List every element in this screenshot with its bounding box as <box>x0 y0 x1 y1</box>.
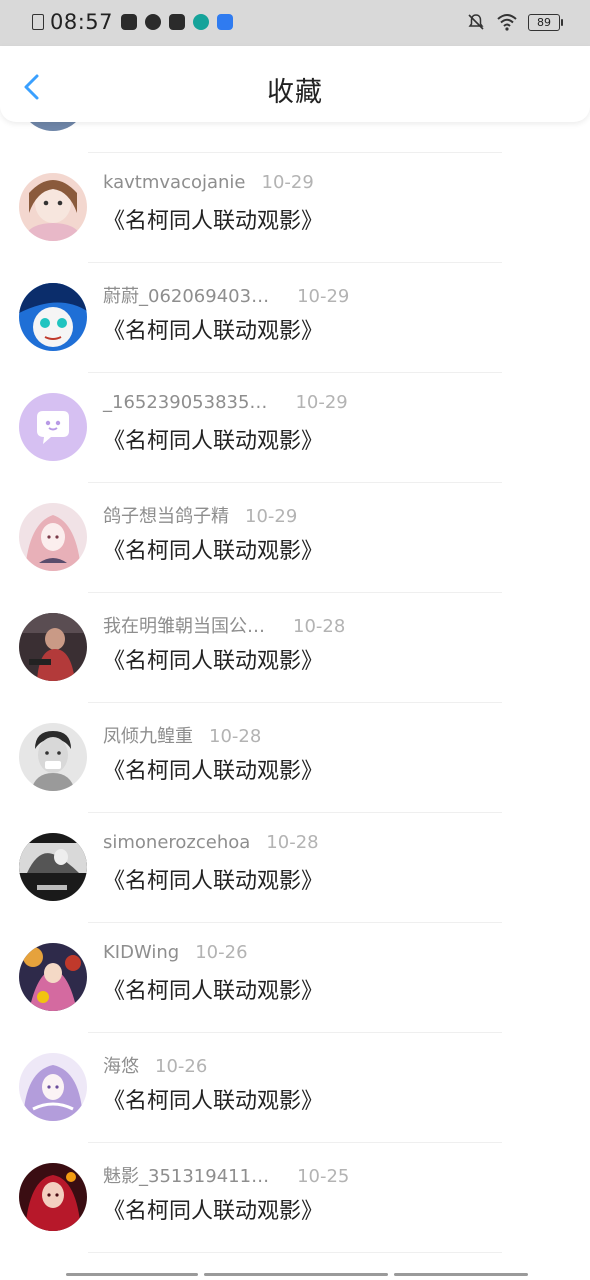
row-divider <box>88 1252 502 1253</box>
work-title[interactable]: 《名柯同人联动观影》 <box>103 973 323 1005</box>
username[interactable]: KIDWing <box>103 942 179 963</box>
item-meta: 鸽子想当鸽子精 10-29 <box>103 502 297 528</box>
work-title[interactable]: 《名柯同人联动观影》 <box>103 533 323 565</box>
username[interactable]: 凤倾九鳇重 <box>103 726 193 747</box>
navigation-app-icon <box>217 14 234 30</box>
item-meta: 我在明雏朝当国公… 10-28 <box>103 612 345 638</box>
work-title[interactable]: 《名柯同人联动观影》 <box>103 863 323 895</box>
default-chat-bubble-avatar-icon <box>19 393 87 461</box>
purple-anime-avatar-icon <box>19 1053 87 1121</box>
date: 10-29 <box>245 506 298 527</box>
username[interactable]: simonerozcehoa <box>103 832 250 853</box>
photo-avatar-icon <box>19 613 87 681</box>
username[interactable]: 魅影_351319411… <box>103 1166 269 1187</box>
app-notification-icon <box>121 14 138 30</box>
username[interactable]: 我在明雏朝当国公… <box>103 616 265 637</box>
red-anime-avatar-icon <box>19 1163 87 1231</box>
date: 10-28 <box>209 726 262 747</box>
work-title[interactable]: 《名柯同人联动观影》 <box>103 313 323 345</box>
list-item[interactable]: KIDWing 10-26 《名柯同人联动观影》 <box>0 923 590 1033</box>
item-meta: 魅影_351319411… 10-25 <box>103 1162 349 1188</box>
item-meta: 凤倾九鳇重 10-28 <box>103 722 261 748</box>
list-item[interactable]: 魅影_351319411… 10-25 《名柯同人联动观影》 <box>0 1143 590 1253</box>
list-item[interactable]: 海悠 10-26 《名柯同人联动观影》 <box>0 1033 590 1143</box>
date: 10-25 <box>297 1166 350 1187</box>
work-title[interactable]: 《名柯同人联动观影》 <box>103 203 323 235</box>
sim-icon <box>32 14 44 30</box>
work-title[interactable]: 《名柯同人联动观影》 <box>103 1193 323 1225</box>
list-item[interactable]: simonerozcehoa 10-28 《名柯同人联动观影》 <box>0 813 590 923</box>
indicator-segment <box>204 1273 388 1276</box>
username[interactable]: 海悠 <box>103 1056 139 1077</box>
item-meta: kavtmvacojanie 10-29 <box>103 172 314 193</box>
status-bar: 08:57 89 <box>0 0 590 46</box>
work-title[interactable]: 《名柯同人联动观影》 <box>103 643 323 675</box>
item-meta: _165239053835… 10-29 <box>103 392 348 413</box>
date: 10-28 <box>293 616 346 637</box>
username[interactable]: kavtmvacojanie <box>103 172 246 193</box>
list-item[interactable]: _165239053835… 10-29 《名柯同人联动观影》 <box>0 373 590 483</box>
bw-photo-avatar-icon <box>19 833 87 901</box>
indicator-segment <box>66 1273 198 1276</box>
list-item[interactable]: 鸽子想当鸽子精 10-29 《名柯同人联动观影》 <box>0 483 590 593</box>
item-meta: 蔚蔚_062069403… 10-29 <box>103 282 349 308</box>
username[interactable]: 鸽子想当鸽子精 <box>103 506 229 527</box>
date: 10-26 <box>195 942 248 963</box>
status-time: 08:57 <box>50 10 114 34</box>
item-meta: KIDWing 10-26 <box>103 942 248 963</box>
date: 10-29 <box>261 172 314 193</box>
list-item[interactable]: 蔚蔚_062069403… 10-29 《名柯同人联动观影》 <box>0 263 590 373</box>
page-title: 收藏 <box>267 77 323 108</box>
item-meta: simonerozcehoa 10-28 <box>103 832 319 853</box>
date: 10-29 <box>295 392 348 413</box>
battery-indicator: 89 <box>528 13 563 31</box>
anime-girl-avatar-icon <box>19 503 87 571</box>
work-title[interactable]: 《名柯同人联动观影》 <box>103 1083 323 1115</box>
username[interactable]: _165239053835… <box>103 392 267 413</box>
work-title[interactable]: 《名柯同人联动观影》 <box>103 423 323 455</box>
list-item[interactable]: 我在明雏朝当国公… 10-28 《名柯同人联动观影》 <box>0 593 590 703</box>
status-left: 08:57 <box>30 10 234 34</box>
girl-portrait-avatar-icon <box>19 173 87 241</box>
chat-app-icon <box>193 14 210 30</box>
status-right: 89 <box>466 12 563 32</box>
bottom-indicator-bars <box>66 1273 528 1276</box>
list-item[interactable]: 凤倾九鳇重 10-28 《名柯同人联动观影》 <box>0 703 590 813</box>
list-item[interactable]: kavtmvacojanie 10-29 《名柯同人联动观影》 <box>0 153 590 263</box>
date: 10-28 <box>266 832 319 853</box>
work-title[interactable]: 《名柯同人联动观影》 <box>103 753 323 785</box>
man-portrait-avatar-icon <box>19 723 87 791</box>
mute-bell-icon <box>468 14 484 30</box>
indicator-segment <box>394 1273 528 1276</box>
date: 10-29 <box>297 286 350 307</box>
username[interactable]: 蔚蔚_062069403… <box>103 286 269 307</box>
compass-icon <box>145 14 162 30</box>
wifi-icon <box>497 14 517 31</box>
item-meta: 海悠 10-26 <box>103 1052 207 1078</box>
play-icon <box>169 14 186 30</box>
anime-character-avatar-icon <box>19 283 87 351</box>
colorful-anime-avatar-icon <box>19 943 87 1011</box>
navigation-bar: 收藏 <box>0 46 590 122</box>
date: 10-26 <box>155 1056 208 1077</box>
